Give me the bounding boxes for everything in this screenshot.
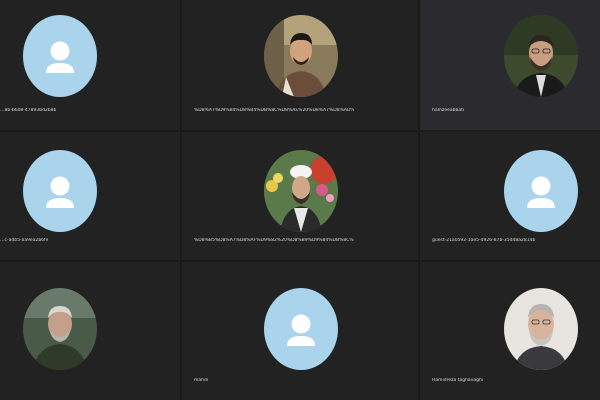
participant-photo [264,150,338,232]
participant-name: hamzeeabbati [432,108,465,113]
participant-photo [504,288,578,370]
participant-name: %D8%B5%D8%A7%D8%AF%D9%82%20%D8%B9%D9%84%… [194,238,354,243]
participant-name: …8b-b608-47893bd2b8b [0,108,57,113]
participant-name: …c-adb5-aa9ea2b6fe [0,238,49,243]
participant-tile[interactable]: %D8%A7%D9%84%D8%B4%DB%8C%D8%AE%20%D8%A7%… [182,0,418,130]
participant-tile[interactable]: Hamidreza taghavaghi [420,262,600,400]
user-placeholder-icon [23,150,97,232]
participant-name: Hamidreza taghavaghi [432,378,484,383]
participant-name: guest-21a0592-1ae5-4926-87b-35d48a2814b [432,238,536,243]
user-placeholder-icon [264,288,338,370]
participant-photo [23,288,97,370]
participant-tile-active[interactable]: hamzeeabbati [420,0,600,130]
participant-tile[interactable]: mahdi [182,262,418,400]
participant-name: %D8%A7%D9%84%D8%B4%DB%8C%D8%AE%20%D8%A7%… [194,108,354,113]
participant-tile[interactable] [0,262,180,400]
participant-tile[interactable]: %D8%B5%D8%A7%D8%AF%D9%82%20%D8%B9%D9%84%… [182,132,418,260]
participant-tile[interactable]: …8b-b608-47893bd2b8b [0,0,180,130]
participant-photo [504,15,578,97]
participant-name: mahdi [194,378,209,383]
user-placeholder-icon [23,15,97,97]
video-conference-grid: …8b-b608-47893bd2b8b %D8%A7%D9%84%D8%B4%… [0,0,600,400]
user-placeholder-icon [504,150,578,232]
participant-tile[interactable]: …c-adb5-aa9ea2b6fe [0,132,180,260]
participant-photo [264,15,338,97]
participant-tile[interactable]: guest-21a0592-1ae5-4926-87b-35d48a2814b [420,132,600,260]
